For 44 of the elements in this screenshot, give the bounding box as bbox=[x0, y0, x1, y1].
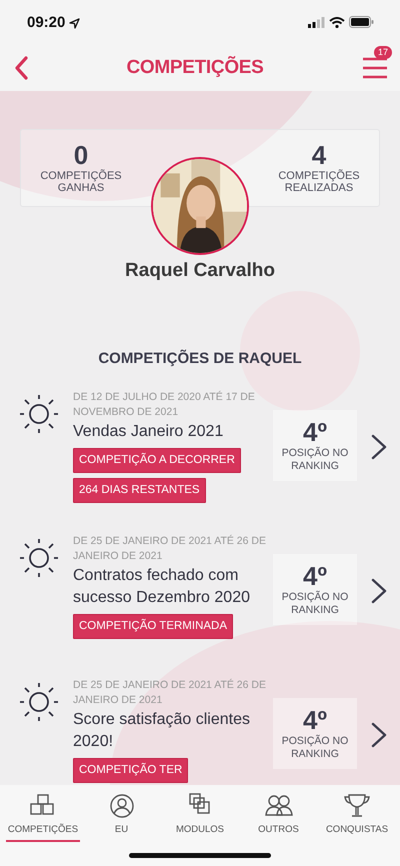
signal-icon bbox=[308, 16, 325, 28]
date-range: DE 25 DE JANEIRO DE 2021 ATÉ 26 DE JANEIRO DE 2021 bbox=[73, 534, 267, 564]
stat-value: 0 bbox=[74, 142, 88, 170]
stat-value: 4 bbox=[312, 142, 326, 170]
chevron-right-icon[interactable] bbox=[370, 722, 388, 748]
battery-icon bbox=[349, 16, 374, 28]
tab[interactable]: CONQUISTAS bbox=[320, 793, 394, 842]
chevron-right-icon[interactable] bbox=[370, 434, 388, 460]
screen-title: COMPETIÇÕES bbox=[126, 55, 264, 80]
status-tag: 264 DIAS RESTANTES bbox=[73, 478, 206, 504]
competition-title: Vendas Janeiro 2021 bbox=[73, 422, 224, 442]
rank-value: 4º bbox=[303, 706, 327, 735]
tab[interactable]: COMPETIÇÕES bbox=[6, 793, 80, 842]
rank-value: 4º bbox=[303, 418, 327, 447]
tab[interactable]: EU bbox=[84, 793, 158, 842]
stat-label: COMPETIÇÕES REALIZADAS bbox=[277, 171, 361, 194]
status-tag: COMPETIÇÃO TERMINADA bbox=[73, 614, 234, 639]
notification-badge: 17 bbox=[374, 46, 392, 59]
wifi-icon bbox=[329, 16, 345, 28]
sun-icon bbox=[18, 393, 60, 435]
profile-name: Raquel Carvalho bbox=[124, 259, 276, 283]
rank-value: 4º bbox=[303, 562, 327, 591]
status-tag: COMPETIÇÃO TER bbox=[73, 758, 188, 783]
rank-label: POSIÇÃO NO RANKING bbox=[280, 446, 350, 473]
chevron-right-icon[interactable] bbox=[370, 578, 388, 604]
competition-title: Score satisfação clientes 2020! bbox=[73, 710, 251, 752]
date-range: DE 25 DE JANEIRO DE 2021 ATÉ 26 DE JANEIRO DE 2021 bbox=[73, 678, 267, 708]
section-title: COMPETIÇÕES DE RAQUEL bbox=[97, 348, 303, 368]
tab[interactable]: MODULOS bbox=[163, 793, 237, 842]
person-icon bbox=[108, 793, 136, 819]
sun-icon bbox=[18, 681, 60, 723]
rank-label: POSIÇÃO NO RANKING bbox=[280, 734, 350, 761]
trophy-icon bbox=[343, 793, 371, 819]
status-tag: COMPETIÇÃO A DECORRER bbox=[73, 448, 241, 474]
sun-icon bbox=[18, 537, 60, 579]
status-time: 09:20 bbox=[27, 13, 66, 33]
menu-icon[interactable] bbox=[362, 55, 388, 81]
stat-label: COMPETIÇÕES GANHAS bbox=[39, 171, 123, 194]
location-icon bbox=[69, 18, 80, 29]
tab[interactable]: OUTROS bbox=[242, 793, 316, 842]
back-icon[interactable] bbox=[14, 56, 28, 80]
competition-title: Contratos fechado com sucesso Dezembro 2020 bbox=[73, 566, 251, 608]
rank-label: POSIÇÃO NO RANKING bbox=[280, 590, 350, 617]
date-range: DE 12 DE JULHO DE 2020 ATÉ 17 DE NOVEMBRO DE 2021 bbox=[73, 390, 256, 420]
